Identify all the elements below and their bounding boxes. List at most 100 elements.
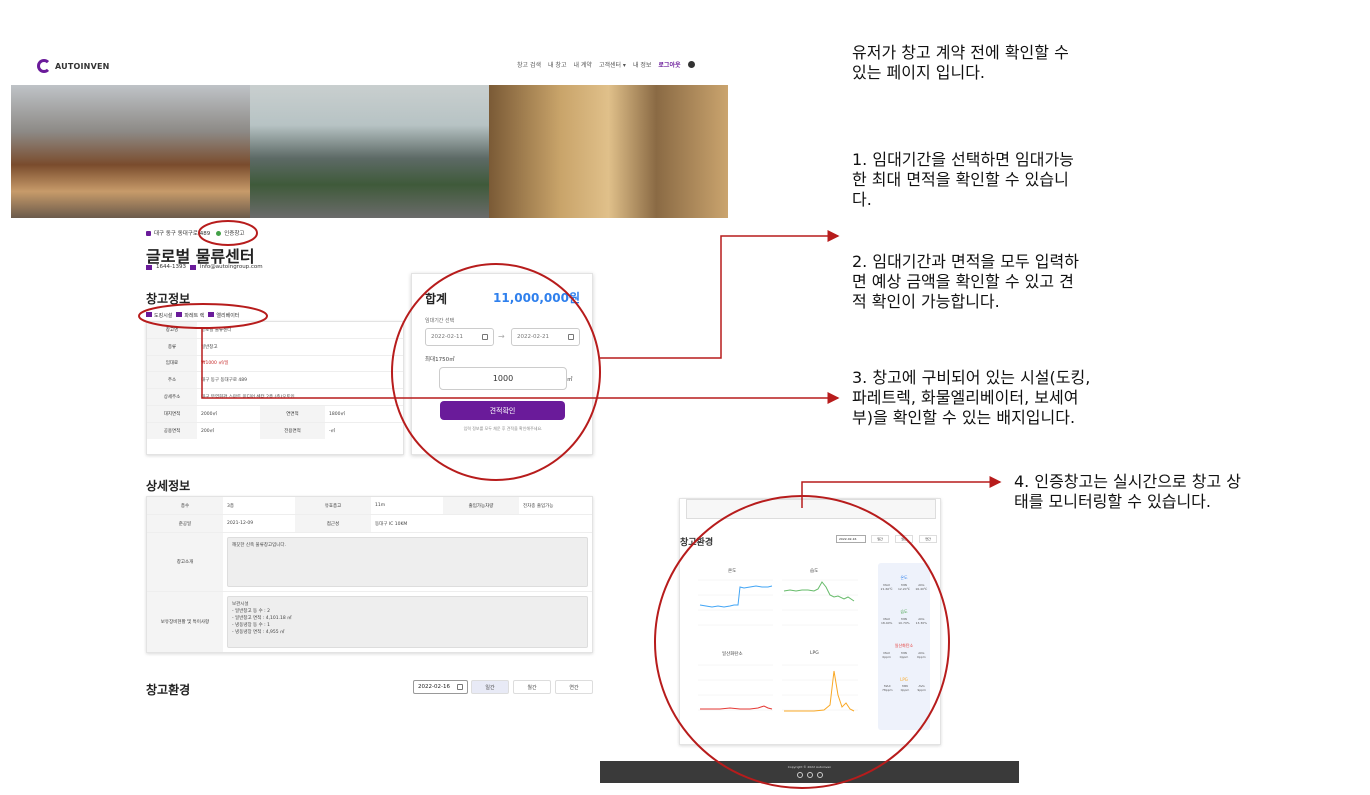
note-intro: 유저가 창고 계약 전에 확인할 수 있는 페이지 입니다.: [852, 43, 1069, 82]
monitor-tab-daily[interactable]: 일간: [871, 535, 889, 543]
monitor-tab-yearly[interactable]: 연간: [919, 535, 937, 543]
badge-pallet-rack: 파레트 렉: [176, 312, 204, 319]
env-heading: 창고환경: [146, 683, 191, 697]
logo-text: AUTOINVEN: [55, 61, 110, 71]
nav-item-my-info[interactable]: 내 정보: [633, 60, 651, 69]
note-4: 4. 인증창고는 실시간으로 창고 상 태를 모니터링할 수 있습니다.: [1014, 472, 1241, 511]
series-line-humidity: [783, 581, 855, 602]
mail-icon: [189, 264, 196, 270]
note-3: 3. 창고에 구비되어 있는 시설(도킹, 파레트렉, 화물엘리베이터, 보세여…: [852, 368, 1091, 427]
calendar-icon: [568, 334, 574, 340]
footer: Copyright © 2022 Autoinven: [600, 761, 1019, 783]
hero-image-interior: [11, 85, 250, 218]
info-heading: 창고정보: [146, 292, 191, 306]
phone-text: 1644-1393: [156, 264, 186, 270]
start-date-input[interactable]: 2022-02-11: [425, 328, 494, 346]
social-icon-2[interactable]: [806, 772, 813, 778]
nav-item-support[interactable]: 고객센터 ▾: [599, 60, 626, 69]
quote-card: 합계 11,000,000원 임대기간 선택 2022-02-11 → 2022…: [411, 273, 593, 455]
summary-humidity: 습도 MAX 18.40% MIN 10.70% AVG 13.30%: [880, 609, 928, 625]
certified-pin-icon: [216, 230, 222, 236]
monitor-tab-monthly[interactable]: 월간: [895, 535, 913, 543]
info-table: 창고명 글로벌 물류센터 종류 일반창고 임대료 ₩1000 ㎡/일 주소 대구 동구 …: [146, 321, 404, 455]
monitor-panel: 창고환경 2022-02-16 일간 월간 연간 온도 습도 일산화탄소 LPG…: [679, 498, 941, 745]
table-row: 보유장비현황 및 특이사항 보관시설 - 일반창고 동 수 : 2 - 일반창고…: [147, 592, 592, 652]
table-row: 창고명 글로벌 물류센터: [147, 322, 403, 339]
elevator-icon: [208, 312, 215, 317]
detail-heading: 상세정보: [146, 479, 191, 493]
table-row: 상세주소 대구 무역회관 스마트 미디어 센터 2층 (주)오토인: [147, 389, 403, 406]
contact-line: 1644-1393 info@autoingroup.com: [146, 264, 263, 270]
total-value: 11,000,000원: [493, 291, 580, 305]
table-row: 층수 3층 유효층고 11m 출입가능차량 전차종 출입가능: [147, 497, 592, 515]
estimate-hint: 입력 정보를 모두 채운 후 견적을 확인해주세요.: [463, 426, 543, 431]
note-1: 1. 임대기간을 선택하면 임대가능 한 최대 면적을 확인할 수 있습니 다.: [852, 150, 1074, 209]
chart-title-humidity: 습도: [810, 569, 819, 574]
nav-item-my-contract[interactable]: 내 계약: [573, 60, 591, 69]
social-icon-1[interactable]: [796, 772, 803, 778]
summary-co: 일산화탄소 MAX 0ppm MIN 0ppm AVG 0ppm: [882, 643, 926, 659]
total-label: 합계: [425, 292, 448, 306]
max-area-label: 최대1750㎡: [425, 357, 455, 363]
series-line-temp: [699, 585, 773, 608]
table-row: 대지면적 2000㎡ 연면적 1800㎡: [147, 405, 403, 423]
calendar-icon: [457, 684, 463, 690]
area-unit: ㎡: [567, 377, 573, 383]
social-icon-3[interactable]: [816, 772, 823, 778]
env-date-input[interactable]: 2022-02-16: [413, 680, 468, 694]
chart-grid: [698, 579, 858, 711]
rack-icon: [176, 312, 183, 317]
top-nav: 창고 검색 내 창고 내 계약 고객센터 ▾ 내 정보 로그아웃: [517, 60, 695, 69]
nav-item-my-warehouse[interactable]: 내 창고: [548, 60, 566, 69]
tab-yearly[interactable]: 연간: [555, 680, 593, 694]
phone-icon: [146, 264, 152, 270]
copyright: Copyright © 2022 Autoinven: [787, 765, 832, 769]
summary-lpg: LPG MAX 78ppm MIN 0ppm AVG 9ppm: [882, 677, 926, 692]
tab-monthly[interactable]: 월간: [513, 680, 551, 694]
table-row: 종류 일반창고: [147, 338, 403, 356]
address-line: 대구 동구 동대구로 489 인증창고: [146, 229, 244, 237]
facility-badges: 도킹시설 파레트 렉 엘리베이터: [146, 312, 239, 319]
table-row: 창고소개 깨끗한 신축 물류창고입니다.: [147, 533, 592, 592]
hero-image-racks: [489, 85, 728, 218]
table-row: 임대료 ₩1000 ㎡/일: [147, 355, 403, 373]
logout-link[interactable]: 로그아웃: [658, 60, 680, 69]
end-date-input[interactable]: 2022-02-21: [511, 328, 580, 346]
address-text: 대구 동구 동대구로 489: [154, 231, 211, 237]
certified-badge: 인증창고: [224, 231, 245, 237]
building-icon: [146, 230, 151, 236]
monitor-summary: 온도 MAX 21.60℃ MIN 12.20℃ AVG 16.40℃ 습도 MAX 18.…: [878, 563, 930, 730]
truck-icon: [146, 312, 152, 317]
tab-daily[interactable]: 일간: [471, 680, 509, 694]
monitor-title: 창고환경: [680, 538, 714, 548]
monitor-date-input[interactable]: 2022-02-16: [836, 535, 866, 543]
series-line-lpg: [784, 670, 855, 712]
area-input[interactable]: 1000: [439, 367, 567, 390]
email-text: info@autoingroup.com: [199, 264, 263, 270]
badge-docking: 도킹시설: [146, 312, 172, 319]
table-row: 주소 대구 동구 동대구로 489: [147, 372, 403, 389]
period-label: 임대기간 선택: [425, 318, 455, 324]
calendar-icon: [482, 334, 488, 340]
logo-mark-icon: [37, 59, 51, 73]
arrow-right-icon: →: [498, 332, 505, 341]
detail-table: 층수 3층 유효층고 11m 출입가능차량 전차종 출입가능 준공일 2021-12-0…: [146, 496, 593, 653]
monitor-top-box: [686, 499, 936, 519]
chart-title-temp: 온도: [728, 569, 737, 574]
facility-textarea[interactable]: 보관시설 - 일반창고 동 수 : 2 - 일반창고 면적 : 4,101.18…: [227, 596, 588, 648]
logo[interactable]: AUTOINVEN: [37, 58, 110, 74]
hero-gallery: [11, 85, 728, 218]
nav-item-search[interactable]: 창고 검색: [517, 60, 541, 69]
note-2: 2. 임대기간과 면적을 모두 입력하 면 예상 금액을 확인할 수 있고 견 …: [852, 252, 1079, 311]
hero-image-aerial: [250, 85, 489, 218]
table-row: 준공일 2021-12-09 접근성 동대구 IC 10KM: [147, 515, 592, 533]
globe-icon[interactable]: [687, 61, 695, 68]
arrow-to-note-1-2: [600, 230, 840, 359]
table-row: 공용면적 200㎡ 전용면적 -㎡: [147, 422, 403, 440]
monitor-charts: [698, 579, 858, 712]
summary-temp: 온도 MAX 21.60℃ MIN 12.20℃ AVG 16.40℃: [880, 575, 928, 591]
estimate-button[interactable]: 견적확인: [440, 401, 565, 420]
badge-elevator: 엘리베이터: [208, 312, 239, 319]
series-line-co: [700, 705, 773, 710]
intro-textarea[interactable]: 깨끗한 신축 물류창고입니다.: [227, 537, 588, 587]
